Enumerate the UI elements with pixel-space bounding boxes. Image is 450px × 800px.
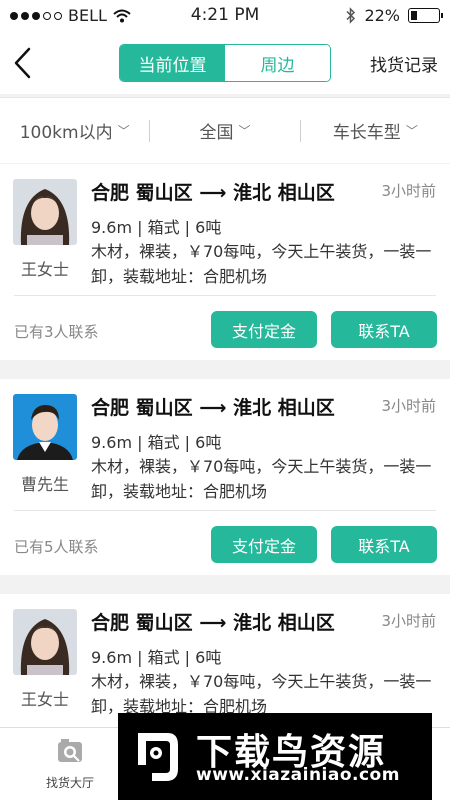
distance-filter-label: 100km以内 — [19, 123, 113, 143]
tab-nearby[interactable]: 周边 — [225, 45, 330, 81]
vehicle-spec: 9.6m | 箱式 | 6吨 — [91, 218, 222, 237]
tab-cargo-hall[interactable]: 找货大厅 — [40, 738, 100, 791]
watermark-url: www.xiazainiao.com — [196, 765, 400, 785]
contact-count: 已有3人联系 — [14, 323, 99, 341]
avatar — [13, 609, 77, 675]
navigation-bar: 当前位置 周边 找货记录 — [0, 32, 450, 94]
contact-button[interactable]: 联系TA — [331, 526, 437, 563]
vehicle-spec: 9.6m | 箱式 | 6吨 — [91, 648, 222, 667]
distance-filter[interactable]: 100km以内 ﹀ — [0, 118, 149, 143]
tab-cargo-hall-label: 找货大厅 — [45, 776, 94, 790]
bluetooth-icon — [346, 7, 356, 24]
cargo-hall-icon — [58, 739, 82, 762]
cargo-listing-card[interactable]: 王女士 合肥 蜀山区 ⟶ 淮北 相山区 3小时前 9.6m | 箱式 | 6吨 … — [0, 164, 450, 360]
cargo-listing-card[interactable]: 曹先生 合肥 蜀山区 ⟶ 淮北 相山区 3小时前 9.6m | 箱式 | 6吨 … — [0, 379, 450, 575]
contact-button[interactable]: 联系TA — [331, 311, 437, 348]
avatar — [13, 179, 77, 245]
vehicle-spec: 9.6m | 箱式 | 6吨 — [91, 433, 222, 452]
contact-name: 王女士 — [20, 260, 69, 279]
cargo-description: 木材，裸装，￥70每吨，今天上午装货，一装一卸，装载地址：合肥机场 — [91, 242, 432, 286]
battery-percent: 22% — [364, 6, 400, 25]
chevron-down-icon: ﹀ — [238, 124, 251, 138]
route-title: 合肥 蜀山区 ⟶ 淮北 相山区 — [91, 397, 335, 419]
status-bar: BELL 4:21 PM 22% — [0, 0, 450, 32]
chevron-down-icon: ﹀ — [405, 124, 418, 138]
bird-logo-icon — [138, 733, 178, 781]
contact-name: 王女士 — [20, 690, 69, 709]
vehicle-filter-label: 车长车型 — [332, 123, 401, 143]
cargo-description: 木材，裸装，￥70每吨，今天上午装货，一装一卸，装载地址：合肥机场 — [91, 672, 432, 716]
route-title: 合肥 蜀山区 ⟶ 淮北 相山区 — [91, 612, 335, 634]
tab-current-location[interactable]: 当前位置 — [120, 45, 225, 81]
posted-time: 3小时前 — [381, 397, 436, 415]
avatar — [13, 394, 77, 460]
location-segmented-control: 当前位置 周边 — [119, 44, 331, 82]
pay-deposit-button[interactable]: 支付定金 — [211, 526, 317, 563]
contact-name: 曹先生 — [20, 475, 69, 494]
divider — [14, 295, 436, 296]
watermark-banner: 下载鸟资源 www.xiazainiao.com — [118, 713, 432, 800]
pay-deposit-button[interactable]: 支付定金 — [211, 311, 317, 348]
chevron-down-icon: ﹀ — [117, 124, 130, 138]
divider — [14, 510, 436, 511]
filter-bar: 100km以内 ﹀ 全国 ﹀ 车长车型 ﹀ — [0, 97, 450, 163]
contact-count: 已有5人联系 — [14, 538, 99, 556]
region-filter[interactable]: 全国 ﹀ — [150, 118, 299, 143]
cargo-description: 木材，裸装，￥70每吨，今天上午装货，一装一卸，装载地址：合肥机场 — [91, 457, 432, 501]
back-arrow-icon[interactable] — [12, 46, 34, 80]
posted-time: 3小时前 — [381, 182, 436, 200]
cargo-listing-card[interactable]: 王女士 合肥 蜀山区 ⟶ 淮北 相山区 3小时前 9.6m | 箱式 | 6吨 … — [0, 594, 450, 729]
battery-icon — [408, 8, 443, 23]
posted-time: 3小时前 — [381, 612, 436, 630]
route-title: 合肥 蜀山区 ⟶ 淮北 相山区 — [91, 182, 335, 204]
cargo-history-link[interactable]: 找货记录 — [370, 51, 438, 76]
region-filter-label: 全国 — [199, 123, 234, 143]
vehicle-filter[interactable]: 车长车型 ﹀ — [301, 118, 450, 143]
